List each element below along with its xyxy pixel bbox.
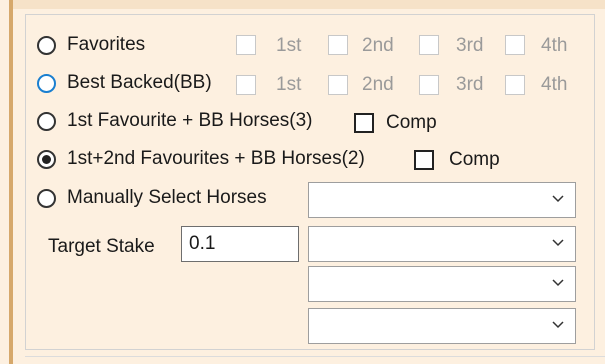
left-accent-bar: [9, 0, 13, 364]
radio-best-backed[interactable]: Best Backed(BB): [37, 68, 212, 98]
bb-1st-label: 1st: [276, 74, 302, 95]
top-band: [13, 0, 605, 9]
fav-1st-checkbox[interactable]: [236, 35, 256, 55]
fav-4th-label: 4th: [541, 35, 568, 56]
radio-fav1-bb[interactable]: 1st Favourite + BB Horses(3): [37, 106, 313, 136]
radio-favorites-label: Favorites: [67, 34, 146, 55]
bb-3rd-label: 3rd: [456, 74, 484, 95]
radio-best-backed-label: Best Backed(BB): [67, 72, 212, 93]
bb-2nd-checkbox[interactable]: [328, 75, 348, 95]
bb-4th-checkbox[interactable]: [505, 75, 525, 95]
horse-select-4[interactable]: [308, 308, 576, 344]
chevron-down-icon: [552, 279, 564, 287]
radio-manual-circle[interactable]: [37, 188, 56, 208]
horse-select-1[interactable]: [308, 182, 576, 218]
bb-2nd-label: 2nd: [362, 74, 394, 95]
radio-favorites-circle[interactable]: [37, 35, 56, 55]
fav12-bb-comp-label: Comp: [449, 149, 500, 170]
bb-1st-checkbox[interactable]: [236, 75, 256, 95]
target-stake-input[interactable]: 0.1: [181, 226, 299, 262]
radio-best-backed-circle[interactable]: [37, 73, 56, 93]
fav-4th-checkbox[interactable]: [505, 35, 525, 55]
chevron-down-icon: [552, 321, 564, 329]
bottom-divider: [25, 356, 605, 357]
fav-2nd-checkbox[interactable]: [328, 35, 348, 55]
radio-favorites[interactable]: Favorites: [37, 30, 145, 60]
radio-fav1-bb-label: 1st Favourite + BB Horses(3): [67, 110, 313, 131]
fav-3rd-checkbox[interactable]: [419, 35, 439, 55]
radio-manual-label: Manually Select Horses: [67, 187, 267, 208]
fav1-bb-comp-checkbox[interactable]: [354, 113, 374, 133]
horse-select-3[interactable]: [308, 266, 576, 302]
fav12-bb-comp-checkbox[interactable]: [414, 150, 434, 170]
horse-select-2[interactable]: [308, 226, 576, 262]
chevron-down-icon: [552, 195, 564, 203]
bb-3rd-checkbox[interactable]: [419, 75, 439, 95]
radio-manual[interactable]: Manually Select Horses: [37, 183, 267, 213]
chevron-down-icon: [552, 239, 564, 247]
radio-fav12-bb-label: 1st+2nd Favourites + BB Horses(2): [67, 148, 365, 169]
radio-fav12-bb-circle[interactable]: [37, 149, 56, 169]
radio-fav1-bb-circle[interactable]: [37, 111, 56, 131]
fav-1st-label: 1st: [276, 35, 302, 56]
fav-3rd-label: 3rd: [456, 35, 484, 56]
target-stake-label: Target Stake: [48, 236, 155, 257]
fav1-bb-comp-label: Comp: [386, 112, 437, 133]
bb-4th-label: 4th: [541, 74, 568, 95]
fav-2nd-label: 2nd: [362, 35, 394, 56]
radio-fav12-bb[interactable]: 1st+2nd Favourites + BB Horses(2): [37, 144, 365, 174]
